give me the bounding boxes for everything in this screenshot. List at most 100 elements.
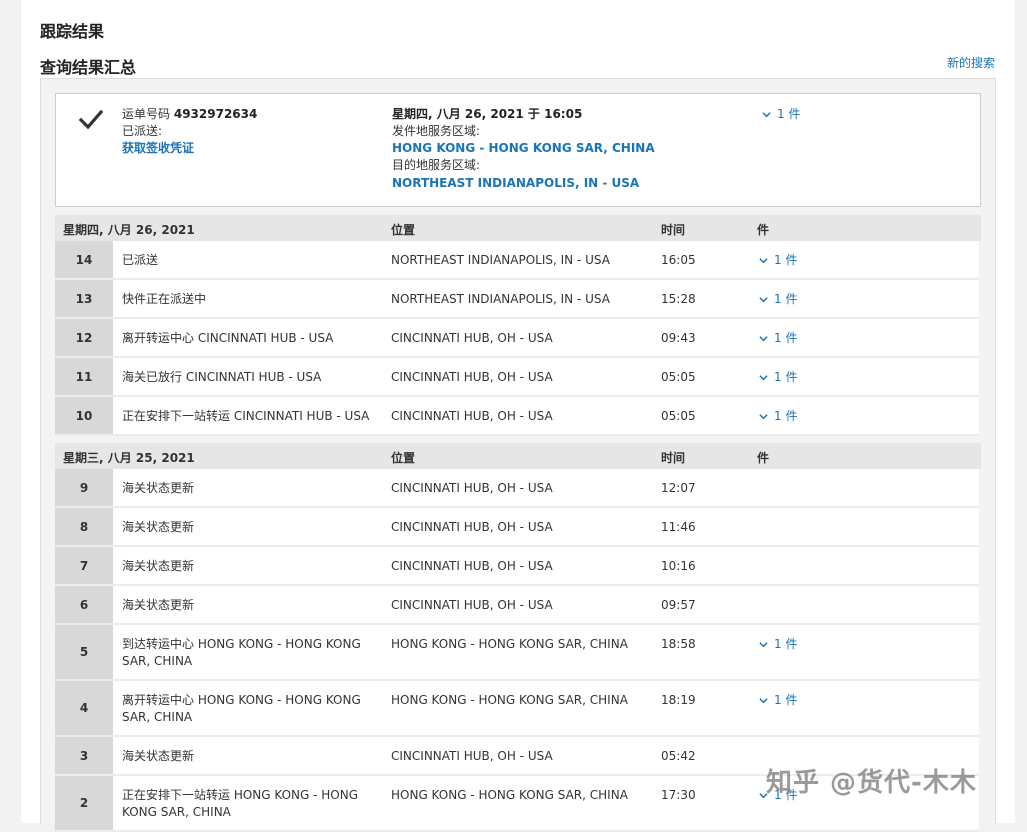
event-description: 到达转运中心 HONG KONG - HONG KONG SAR, CHINA: [122, 637, 361, 668]
event-description: 正在安排下一站转运 CINCINNATI HUB - USA: [122, 409, 370, 423]
event-pieces-count: 1 件: [774, 693, 798, 707]
column-time: 时间: [661, 451, 686, 465]
event-index-cell: 10: [55, 397, 113, 434]
chevron-down-icon: [759, 698, 768, 704]
event-index: 2: [79, 796, 89, 810]
chevron-down-icon: [759, 642, 768, 648]
event-pieces-count: 1 件: [774, 409, 798, 423]
summary-pieces-toggle[interactable]: 1 件: [762, 106, 800, 123]
chevron-down-icon: [759, 336, 768, 342]
event-time: 09:57: [661, 598, 696, 612]
event-pieces-count: 1 件: [774, 637, 798, 651]
event-index-cell: 11: [55, 358, 113, 395]
summary-heading: 查询结果汇总: [40, 58, 137, 77]
column-time: 时间: [661, 223, 686, 237]
event-description: 海关状态更新: [122, 598, 195, 612]
event-description: 正在安排下一站转运 HONG KONG - HONG KONG SAR, CHI…: [122, 788, 359, 819]
event-row: 13 快件正在派送中 NORTHEAST INDIANAPOLIS, IN - US…: [55, 280, 979, 319]
event-time: 11:46: [661, 520, 696, 534]
event-time: 10:16: [661, 559, 696, 573]
event-index: 6: [79, 597, 89, 612]
proof-of-delivery-link[interactable]: 获取签收凭证: [122, 140, 194, 157]
event-time: 05:05: [661, 370, 696, 384]
event-location: NORTHEAST INDIANAPOLIS, IN - USA: [391, 292, 610, 306]
watermark: 知乎 @货代-木木: [766, 768, 977, 798]
event-time: 12:07: [661, 481, 696, 495]
results-panel: 运单号码 4932972634 已派送: 获取签收凭证 星期四, 八月 26, …: [40, 78, 996, 832]
event-row: 12 离开转运中心 CINCINNATI HUB - USA CINCINNATI …: [55, 319, 979, 358]
chevron-down-icon: [759, 258, 768, 264]
event-index: 14: [75, 252, 93, 267]
event-location: HONG KONG - HONG KONG SAR, CHINA: [391, 693, 628, 707]
event-pieces-toggle[interactable]: 1 件: [759, 692, 797, 709]
event-time: 18:19: [661, 693, 696, 707]
event-time: 05:05: [661, 409, 696, 423]
column-pieces: 件: [757, 451, 770, 465]
event-location: CINCINNATI HUB, OH - USA: [391, 559, 553, 573]
event-row: 5 到达转运中心 HONG KONG - HONG KONG SAR, CHINA…: [55, 625, 979, 681]
event-description: 离开转运中心 HONG KONG - HONG KONG SAR, CHINA: [122, 693, 361, 724]
delivery-datetime: 星期四, 八月 26, 2021 于 16:05: [392, 107, 583, 121]
event-time: 05:42: [661, 749, 696, 763]
event-location: CINCINNATI HUB, OH - USA: [391, 331, 553, 345]
day-date: 星期四, 八月 26, 2021: [63, 223, 195, 237]
checkmark-icon: [78, 109, 104, 130]
event-index-cell: 2: [55, 776, 113, 830]
origin-label: 发件地服务区域:: [392, 124, 481, 138]
chevron-down-icon: [759, 414, 768, 420]
event-pieces-toggle[interactable]: 1 件: [759, 291, 797, 308]
event-row: 10 正在安排下一站转运 CINCINNATI HUB - USA CINCINNA…: [55, 397, 979, 436]
event-index-cell: 3: [55, 737, 113, 774]
destination-label: 目的地服务区域:: [392, 158, 481, 172]
event-time: 15:28: [661, 292, 696, 306]
day-header: 星期三, 八月 25, 2021 位置 时间 件: [55, 443, 981, 469]
event-time: 09:43: [661, 331, 696, 345]
waybill-label: 运单号码: [122, 107, 171, 121]
waybill-number: 4932972634: [173, 107, 258, 121]
event-row: 8 海关状态更新 CINCINNATI HUB, OH - USA 11:46: [55, 508, 979, 547]
event-pieces-toggle[interactable]: 1 件: [759, 408, 797, 425]
event-location: CINCINNATI HUB, OH - USA: [391, 409, 553, 423]
event-index-cell: 6: [55, 586, 113, 623]
column-pieces: 件: [757, 223, 770, 237]
event-index-cell: 4: [55, 681, 113, 735]
event-index: 10: [75, 408, 93, 423]
event-index-cell: 9: [55, 469, 113, 506]
event-time: 16:05: [661, 253, 696, 267]
chevron-down-icon: [759, 375, 768, 381]
event-row: 7 海关状态更新 CINCINNATI HUB, OH - USA 10:16: [55, 547, 979, 586]
new-search-link[interactable]: 新的搜索: [947, 54, 995, 71]
day-header: 星期四, 八月 26, 2021 位置 时间 件: [55, 215, 981, 241]
event-index: 5: [79, 645, 89, 659]
event-location: NORTHEAST INDIANAPOLIS, IN - USA: [391, 253, 610, 267]
event-row: 4 离开转运中心 HONG KONG - HONG KONG SAR, CHINA…: [55, 681, 979, 737]
event-pieces-toggle[interactable]: 1 件: [759, 330, 797, 347]
event-location: CINCINNATI HUB, OH - USA: [391, 598, 553, 612]
pieces-count: 1 件: [777, 107, 801, 121]
event-description: 海关状态更新: [122, 520, 195, 534]
event-row: 9 海关状态更新 CINCINNATI HUB, OH - USA 12:07: [55, 469, 979, 508]
event-description: 已派送: [122, 253, 159, 267]
event-pieces-toggle[interactable]: 1 件: [759, 252, 797, 269]
event-index-cell: 12: [55, 319, 113, 356]
event-row: 6 海关状态更新 CINCINNATI HUB, OH - USA 09:57: [55, 586, 979, 625]
status-text: 已派送:: [122, 124, 163, 138]
day-date: 星期三, 八月 25, 2021: [63, 451, 195, 465]
event-row: 14 已派送 NORTHEAST INDIANAPOLIS, IN - USA 16:…: [55, 241, 979, 280]
waybill-line: 运单号码 4932972634: [122, 106, 257, 123]
event-location: CINCINNATI HUB, OH - USA: [391, 481, 553, 495]
event-row: 11 海关已放行 CINCINNATI HUB - USA CINCINNATI H…: [55, 358, 979, 397]
event-location: CINCINNATI HUB, OH - USA: [391, 520, 553, 534]
event-description: 海关状态更新: [122, 559, 195, 573]
destination-value: NORTHEAST INDIANAPOLIS, IN - USA: [392, 176, 640, 190]
event-index-cell: 13: [55, 280, 113, 317]
event-description: 快件正在派送中: [122, 292, 207, 306]
page-title: 跟踪结果: [40, 22, 105, 41]
column-location: 位置: [391, 451, 416, 465]
chevron-down-icon: [759, 297, 768, 303]
event-pieces-count: 1 件: [774, 253, 798, 267]
event-location: HONG KONG - HONG KONG SAR, CHINA: [391, 637, 628, 651]
event-index-cell: 8: [55, 508, 113, 545]
event-pieces-toggle[interactable]: 1 件: [759, 369, 797, 386]
event-pieces-toggle[interactable]: 1 件: [759, 636, 797, 653]
